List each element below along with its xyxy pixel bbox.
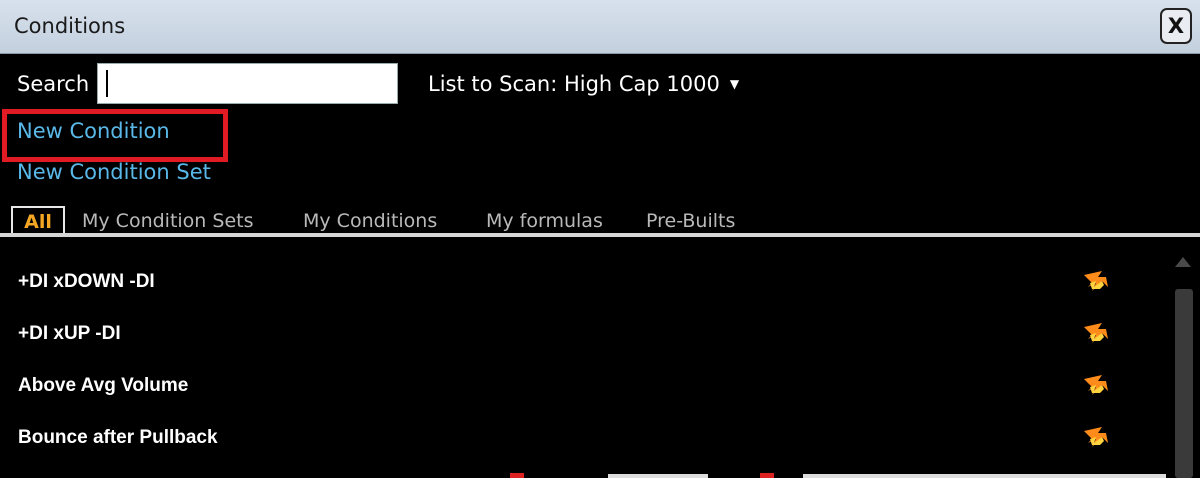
scroll-up-icon[interactable] [1175, 257, 1191, 267]
vertical-scrollbar[interactable] [1166, 247, 1200, 478]
fire-icon [1084, 323, 1108, 343]
condition-label: Bounce after Pullback [18, 427, 218, 448]
dropdown-arrow-icon: ▼ [729, 77, 740, 91]
list-item[interactable]: +DI xUP -DI [0, 299, 1166, 351]
partial-row-fragment [803, 474, 1166, 478]
fire-icon [1084, 427, 1108, 447]
conditions-list: +DI xDOWN -DI +DI xUP -DI Above Avg Volu… [0, 237, 1166, 478]
search-input[interactable] [97, 63, 398, 104]
list-to-scan-label: List to Scan: High Cap 1000 [428, 72, 720, 96]
condition-label: +DI xDOWN -DI [18, 271, 155, 292]
text-caret [106, 70, 108, 97]
new-condition-set-link[interactable]: New Condition Set [17, 160, 211, 184]
window-title: Conditions [14, 14, 126, 38]
list-item[interactable]: +DI xDOWN -DI [0, 247, 1166, 299]
tab-my-condition-sets[interactable]: My Condition Sets [82, 210, 253, 232]
partial-row-fragment [760, 473, 774, 478]
partial-row-fragment [608, 474, 708, 478]
close-button[interactable]: X [1160, 8, 1192, 44]
list-item[interactable]: Above Avg Volume [0, 351, 1166, 403]
fire-icon [1084, 271, 1108, 291]
condition-label: Above Avg Volume [18, 375, 189, 396]
tab-my-formulas[interactable]: My formulas [486, 210, 603, 232]
window-titlebar: Conditions X [0, 0, 1200, 54]
condition-label: +DI xUP -DI [18, 323, 121, 344]
tab-bar: All My Condition Sets My Conditions My f… [0, 206, 1200, 236]
highlight-box [2, 109, 228, 162]
scroll-thumb[interactable] [1175, 289, 1193, 478]
partial-row-fragment [510, 473, 524, 478]
list-to-scan-dropdown[interactable]: List to Scan: High Cap 1000 ▼ [428, 72, 739, 96]
list-item[interactable]: Bounce after Pullback [0, 403, 1166, 455]
fire-icon [1084, 375, 1108, 395]
search-label: Search [17, 72, 90, 96]
tab-pre-builts[interactable]: Pre-Builts [646, 210, 735, 232]
tab-all[interactable]: All [11, 206, 65, 235]
tab-my-conditions[interactable]: My Conditions [303, 210, 437, 232]
